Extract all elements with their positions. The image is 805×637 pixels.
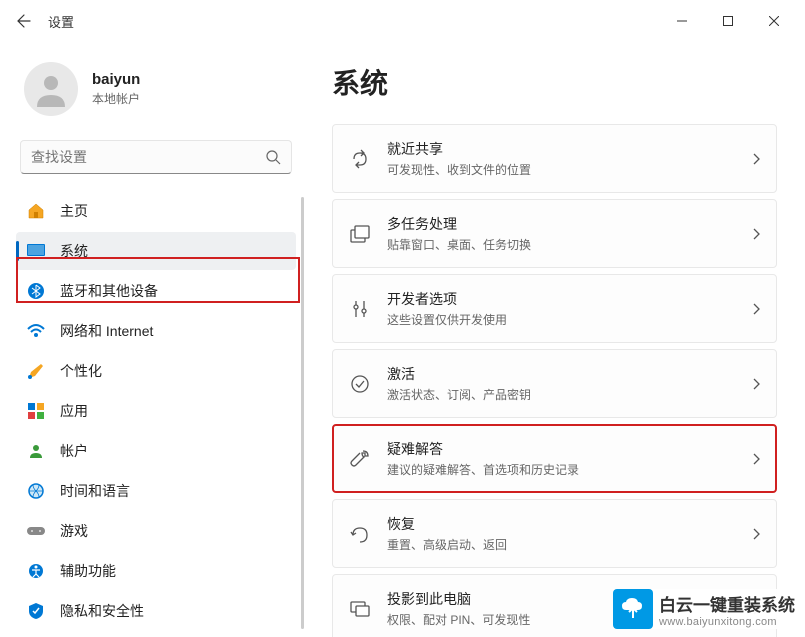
nav-item-network[interactable]: 网络和 Internet xyxy=(16,312,296,350)
nav-item-timelanguage[interactable]: 时间和语言 xyxy=(16,472,296,510)
close-button[interactable] xyxy=(751,5,797,37)
nav-label: 个性化 xyxy=(60,361,102,381)
back-button[interactable] xyxy=(8,5,40,37)
card-desc: 这些设置仅供开发使用 xyxy=(387,311,740,328)
card-title: 开发者选项 xyxy=(387,289,740,309)
chevron-right-icon xyxy=(752,453,760,465)
nav-label: 游戏 xyxy=(60,521,88,541)
bluetooth-icon xyxy=(26,281,46,301)
nav-label: 帐户 xyxy=(60,441,88,461)
nav-item-accessibility[interactable]: 辅助功能 xyxy=(16,552,296,590)
account-type: 本地帐户 xyxy=(92,90,140,107)
close-icon xyxy=(769,16,779,26)
developer-icon xyxy=(349,298,371,320)
card-title: 激活 xyxy=(387,364,740,384)
watermark-text: 白云一键重装系统 xyxy=(659,591,795,616)
card-multitasking[interactable]: 多任务处理 贴靠窗口、桌面、任务切换 xyxy=(332,199,777,268)
personalization-icon xyxy=(26,361,46,381)
card-desc: 建议的疑难解答、首选项和历史记录 xyxy=(387,461,740,478)
watermark-url: www.baiyunxitong.com xyxy=(659,616,795,628)
activation-icon xyxy=(349,373,371,395)
nav-label: 系统 xyxy=(60,241,88,261)
search-input[interactable] xyxy=(31,149,265,165)
share-icon xyxy=(349,148,371,170)
page-title: 系统 xyxy=(332,62,777,102)
minimize-icon xyxy=(677,16,687,26)
projection-icon xyxy=(349,598,371,620)
sidebar-scrollbar[interactable] xyxy=(301,197,304,629)
nav-label: 网络和 Internet xyxy=(60,321,153,341)
nav-item-privacy[interactable]: 隐私和安全性 xyxy=(16,592,296,630)
nav-label: 主页 xyxy=(60,201,88,221)
nav-label: 隐私和安全性 xyxy=(60,601,144,621)
nav-label: 应用 xyxy=(60,401,88,421)
card-desc: 激活状态、订阅、产品密钥 xyxy=(387,386,740,403)
profile-section[interactable]: baiyun 本地帐户 xyxy=(16,42,296,140)
accounts-icon xyxy=(26,441,46,461)
nav-item-accounts[interactable]: 帐户 xyxy=(16,432,296,470)
nav-item-bluetooth[interactable]: 蓝牙和其他设备 xyxy=(16,272,296,310)
nav-item-apps[interactable]: 应用 xyxy=(16,392,296,430)
card-recovery[interactable]: 恢复 重置、高级启动、返回 xyxy=(332,499,777,568)
privacy-icon xyxy=(26,601,46,621)
system-icon xyxy=(26,241,46,261)
nav-item-personalization[interactable]: 个性化 xyxy=(16,352,296,390)
nav-label: 辅助功能 xyxy=(60,561,116,581)
chevron-right-icon xyxy=(752,378,760,390)
search-icon xyxy=(265,149,281,165)
time-language-icon xyxy=(26,481,46,501)
network-icon xyxy=(26,321,46,341)
watermark-logo-icon xyxy=(613,589,653,629)
window-title: 设置 xyxy=(48,12,74,31)
nav-item-home[interactable]: 主页 xyxy=(16,192,296,230)
search-box[interactable] xyxy=(20,140,292,174)
titlebar: 设置 xyxy=(0,0,805,42)
card-title: 疑难解答 xyxy=(387,439,740,459)
avatar-icon xyxy=(31,69,71,109)
card-nearby-sharing[interactable]: 就近共享 可发现性、收到文件的位置 xyxy=(332,124,777,193)
main-content: 系统 就近共享 可发现性、收到文件的位置 多任务处理 贴靠窗口、桌面、任务切换 … xyxy=(308,42,805,637)
card-activation[interactable]: 激活 激活状态、订阅、产品密钥 xyxy=(332,349,777,418)
gaming-icon xyxy=(26,521,46,541)
card-title: 恢复 xyxy=(387,514,740,534)
username: baiyun xyxy=(92,71,140,88)
nav-label: 蓝牙和其他设备 xyxy=(60,281,158,301)
minimize-button[interactable] xyxy=(659,5,705,37)
chevron-right-icon xyxy=(752,303,760,315)
troubleshoot-icon xyxy=(349,448,371,470)
maximize-icon xyxy=(723,16,733,26)
nav-item-gaming[interactable]: 游戏 xyxy=(16,512,296,550)
chevron-right-icon xyxy=(752,528,760,540)
nav-list: 主页 系统 蓝牙和其他设备 网络和 Internet 个性化 应用 xyxy=(16,192,296,630)
apps-icon xyxy=(26,401,46,421)
multitask-icon xyxy=(349,223,371,245)
home-icon xyxy=(26,201,46,221)
card-desc: 贴靠窗口、桌面、任务切换 xyxy=(387,236,740,253)
chevron-right-icon xyxy=(752,153,760,165)
back-arrow-icon xyxy=(16,13,32,29)
accessibility-icon xyxy=(26,561,46,581)
sidebar: baiyun 本地帐户 主页 系统 蓝牙和其他设备 xyxy=(0,42,308,637)
window-controls xyxy=(659,5,797,37)
card-troubleshoot[interactable]: 疑难解答 建议的疑难解答、首选项和历史记录 xyxy=(332,424,777,493)
card-developer[interactable]: 开发者选项 这些设置仅供开发使用 xyxy=(332,274,777,343)
avatar xyxy=(24,62,78,116)
recovery-icon xyxy=(349,523,371,545)
nav-item-system[interactable]: 系统 xyxy=(16,232,296,270)
card-title: 就近共享 xyxy=(387,139,740,159)
nav-label: 时间和语言 xyxy=(60,481,130,501)
card-title: 多任务处理 xyxy=(387,214,740,234)
card-desc: 重置、高级启动、返回 xyxy=(387,536,740,553)
chevron-right-icon xyxy=(752,228,760,240)
watermark: 白云一键重装系统 www.baiyunxitong.com xyxy=(613,589,795,629)
maximize-button[interactable] xyxy=(705,5,751,37)
card-desc: 可发现性、收到文件的位置 xyxy=(387,161,740,178)
